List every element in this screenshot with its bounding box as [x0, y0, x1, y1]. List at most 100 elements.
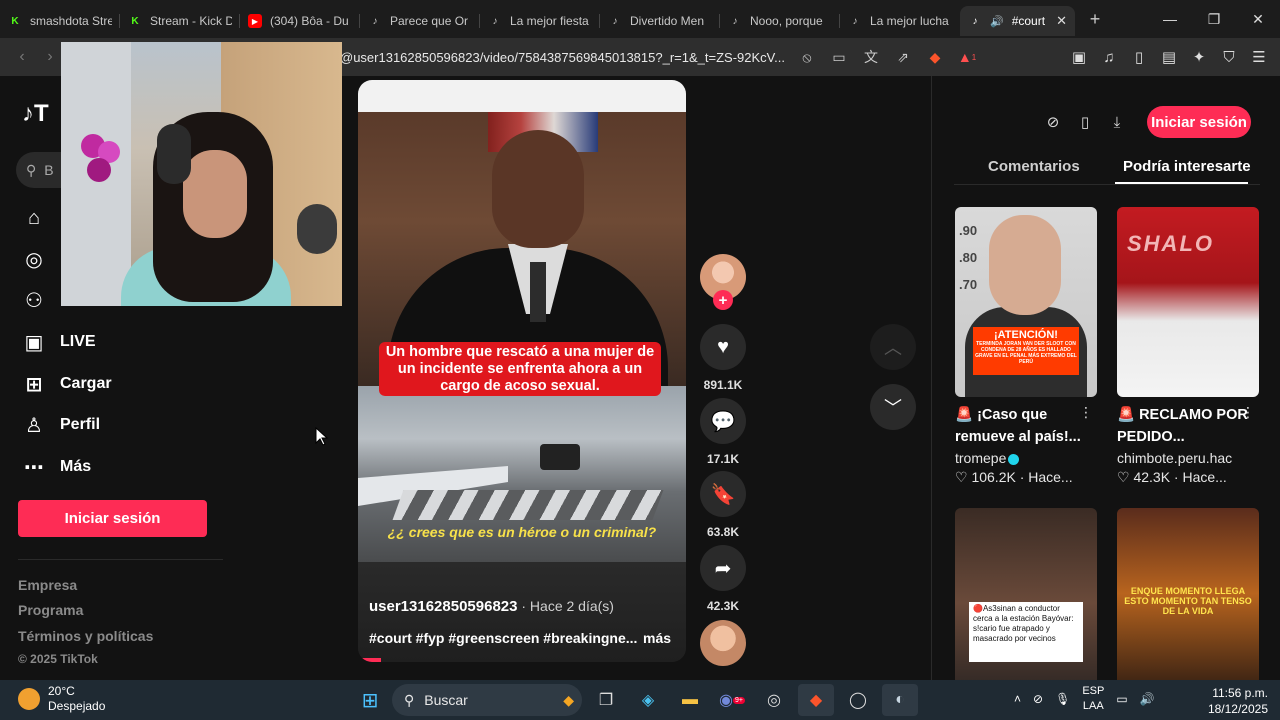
microphone-icon[interactable]: 🎙 [1055, 692, 1070, 706]
new-tab-button[interactable]: + [1081, 5, 1109, 33]
video-hashtags[interactable]: #court #fyp #greenscreen #breakingne... [369, 630, 637, 646]
sidebar-item-more[interactable]: ⋯ Más [22, 455, 91, 479]
sidebar-item-explore[interactable]: ◎ [22, 247, 60, 271]
kebab-menu-icon[interactable]: ⋮ [1241, 404, 1255, 421]
share-count: 42.3K [706, 599, 740, 613]
tab-active[interactable]: ♪ 🔊 #court ✕ [960, 6, 1075, 36]
login-button[interactable]: Iniciar sesión [18, 500, 207, 537]
taskbar-search[interactable]: ⚲ Buscar ◆ [392, 684, 582, 716]
tab-5[interactable]: ♪ Divertido Men [600, 6, 720, 36]
display-icon[interactable]: ▭ [1116, 692, 1127, 706]
sound-avatar[interactable] [700, 620, 746, 666]
file-explorer-icon[interactable]: ▬ [672, 684, 708, 716]
tab-6[interactable]: ♪ Nooo, porque [720, 6, 840, 36]
comment-icon: 💬 [710, 410, 736, 433]
card-user[interactable]: chimbote.peru.hac [1117, 450, 1259, 466]
share-button[interactable]: ➦ [700, 545, 746, 591]
tab-you-may-like[interactable]: Podría interesarte [1123, 158, 1251, 175]
tab-0[interactable]: Ksmashdota Stre [0, 6, 120, 36]
tab-7[interactable]: ♪ La mejor lucha [840, 6, 960, 36]
clock[interactable]: 11:56 p.m. 18/12/2025 [1202, 685, 1268, 717]
video-caption-overlay: Un hombre que rescató a una mujer de un … [379, 342, 661, 396]
speaker-icon[interactable]: 🔊 [990, 15, 1004, 28]
translate-icon[interactable]: 文 [860, 44, 882, 70]
tiktok-logo[interactable]: ♪T [22, 100, 49, 128]
sidebar-item-following[interactable]: ⚇ [22, 288, 60, 312]
kebab-menu-icon[interactable]: ⋮ [1079, 404, 1093, 421]
back-icon[interactable]: ‹ [8, 43, 36, 71]
vpn-icon[interactable]: ⛉ [1218, 44, 1240, 70]
cast-icon[interactable]: ▭ [828, 44, 850, 70]
task-view-icon[interactable]: ❐ [588, 684, 624, 716]
verified-icon [1008, 453, 1020, 465]
follow-plus-icon[interactable]: + [713, 290, 733, 310]
leo-icon[interactable]: ✦ [1188, 44, 1210, 70]
next-video-button[interactable]: ﹀ [870, 384, 916, 430]
tab-3[interactable]: ♪ Parece que Or [360, 6, 480, 36]
card-thumbnail: 🔴As3sinan a conductor cerca a la estació… [955, 508, 1097, 698]
tiktok-icon: ♪ [852, 15, 858, 27]
footer-link-program[interactable]: Programa [18, 602, 83, 618]
download-icon[interactable]: ⤓ [1106, 110, 1128, 134]
sidebar-item-upload[interactable]: ⊞ Cargar [22, 372, 112, 396]
sidebar-item-profile[interactable]: ♙ Perfil [22, 413, 100, 437]
share-icon[interactable]: ⇗ [892, 44, 914, 70]
tab-2[interactable]: ▶ (304) Bôa - Du [240, 6, 360, 36]
video-info: user13162850596823 · Hace 2 día(s) #cour… [358, 562, 686, 662]
wallet-icon[interactable]: ▤ [1158, 44, 1180, 70]
tab-4[interactable]: ♪ La mejor fiesta [480, 6, 600, 36]
sidebar-item-live[interactable]: ▣ LIVE [22, 330, 96, 354]
chevron-down-icon: ﹀ [884, 398, 902, 418]
header-login-button[interactable]: Iniciar sesión [1147, 106, 1251, 138]
menu-icon[interactable]: ☰ [1248, 44, 1270, 70]
recommended-card[interactable]: 🔴As3sinan a conductor cerca a la estació… [955, 508, 1097, 698]
brave-browser-icon[interactable]: ◆ [798, 684, 834, 716]
tab-comments[interactable]: Comentarios [988, 158, 1080, 175]
sidebar-icon[interactable]: ▯ [1128, 44, 1150, 70]
comment-button[interactable]: 💬 [700, 398, 746, 444]
close-tab-icon[interactable]: ✕ [1056, 13, 1067, 29]
home-icon: ⌂ [27, 206, 41, 229]
sidebar-item-home[interactable]: ⌂ [22, 206, 60, 230]
chat-icon[interactable]: ◯ [840, 684, 876, 716]
more-button[interactable]: más [643, 630, 671, 646]
language-indicator[interactable]: ESP LAA [1082, 684, 1104, 714]
mute-icon[interactable]: ⦸ [796, 44, 818, 70]
brave-shields-icon[interactable]: ◆ [924, 44, 946, 70]
video-progress-bar[interactable] [358, 658, 381, 662]
recommended-card[interactable]: SHALO 🚨 RECLAMO POR PEDIDO... chimbote.p… [1117, 207, 1259, 486]
video-player[interactable]: Un hombre que rescató a una mujer de un … [358, 80, 686, 662]
card-user[interactable]: tromepe [955, 450, 1097, 466]
minimize-icon[interactable]: — [1148, 0, 1192, 38]
recommended-card[interactable]: ENQUE MOMENTO LLEGA ESTO MOMENTO TAN TEN… [1117, 508, 1259, 698]
save-button[interactable]: 🔖 [700, 471, 746, 517]
close-icon[interactable]: ✕ [1236, 0, 1280, 38]
previous-video-button[interactable]: ︿ [870, 324, 916, 370]
network-off-icon[interactable]: ⊘ [1033, 692, 1043, 706]
video-author[interactable]: user13162850596823 · Hace 2 día(s) [369, 598, 614, 615]
steam-icon[interactable]: ◐ [882, 684, 918, 716]
weather-widget[interactable]: 20°C Despejado [18, 684, 105, 714]
explore-icon[interactable]: ⊘ [1042, 110, 1064, 134]
m365-icon[interactable]: ◈ [630, 684, 666, 716]
windows-taskbar: 20°C Despejado ⊞ ⚲ Buscar ◆ ❐ ◈ ▬ ◉ 9+ ◎ ◆ ◯… [0, 680, 1280, 720]
brave-rewards-icon[interactable]: ▲ 1 [956, 44, 978, 70]
card-thumbnail: SHALO [1117, 207, 1259, 397]
media-icon[interactable]: ♫ [1098, 44, 1120, 70]
windows-start-icon[interactable]: ⊞ [354, 684, 386, 716]
like-button[interactable]: ♥ [700, 324, 746, 370]
tab-1[interactable]: K Stream - Kick D [120, 6, 240, 36]
screenshot-icon[interactable]: ▣ [1068, 44, 1090, 70]
rewards-badge: 1 [971, 52, 977, 62]
recommended-card[interactable]: .90.80.70 ¡ATENCIÓN! TERMINDA JORAN VAN D… [955, 207, 1097, 486]
chevron-up-icon[interactable]: ˄ [1014, 692, 1021, 706]
maximize-icon[interactable]: ❐ [1192, 0, 1236, 38]
phone-icon[interactable]: ▯ [1074, 110, 1096, 134]
card-title: 🚨 ¡Caso que remueve al país!... [955, 407, 1081, 445]
volume-icon[interactable]: 🔊 [1140, 692, 1155, 706]
footer-link-terms[interactable]: Términos y políticas [18, 628, 153, 644]
footer-link-company[interactable]: Empresa [18, 577, 77, 593]
obs-icon[interactable]: ◎ [756, 684, 792, 716]
forward-icon[interactable]: › [36, 43, 64, 71]
discord-icon[interactable]: ◉ 9+ [714, 684, 750, 716]
